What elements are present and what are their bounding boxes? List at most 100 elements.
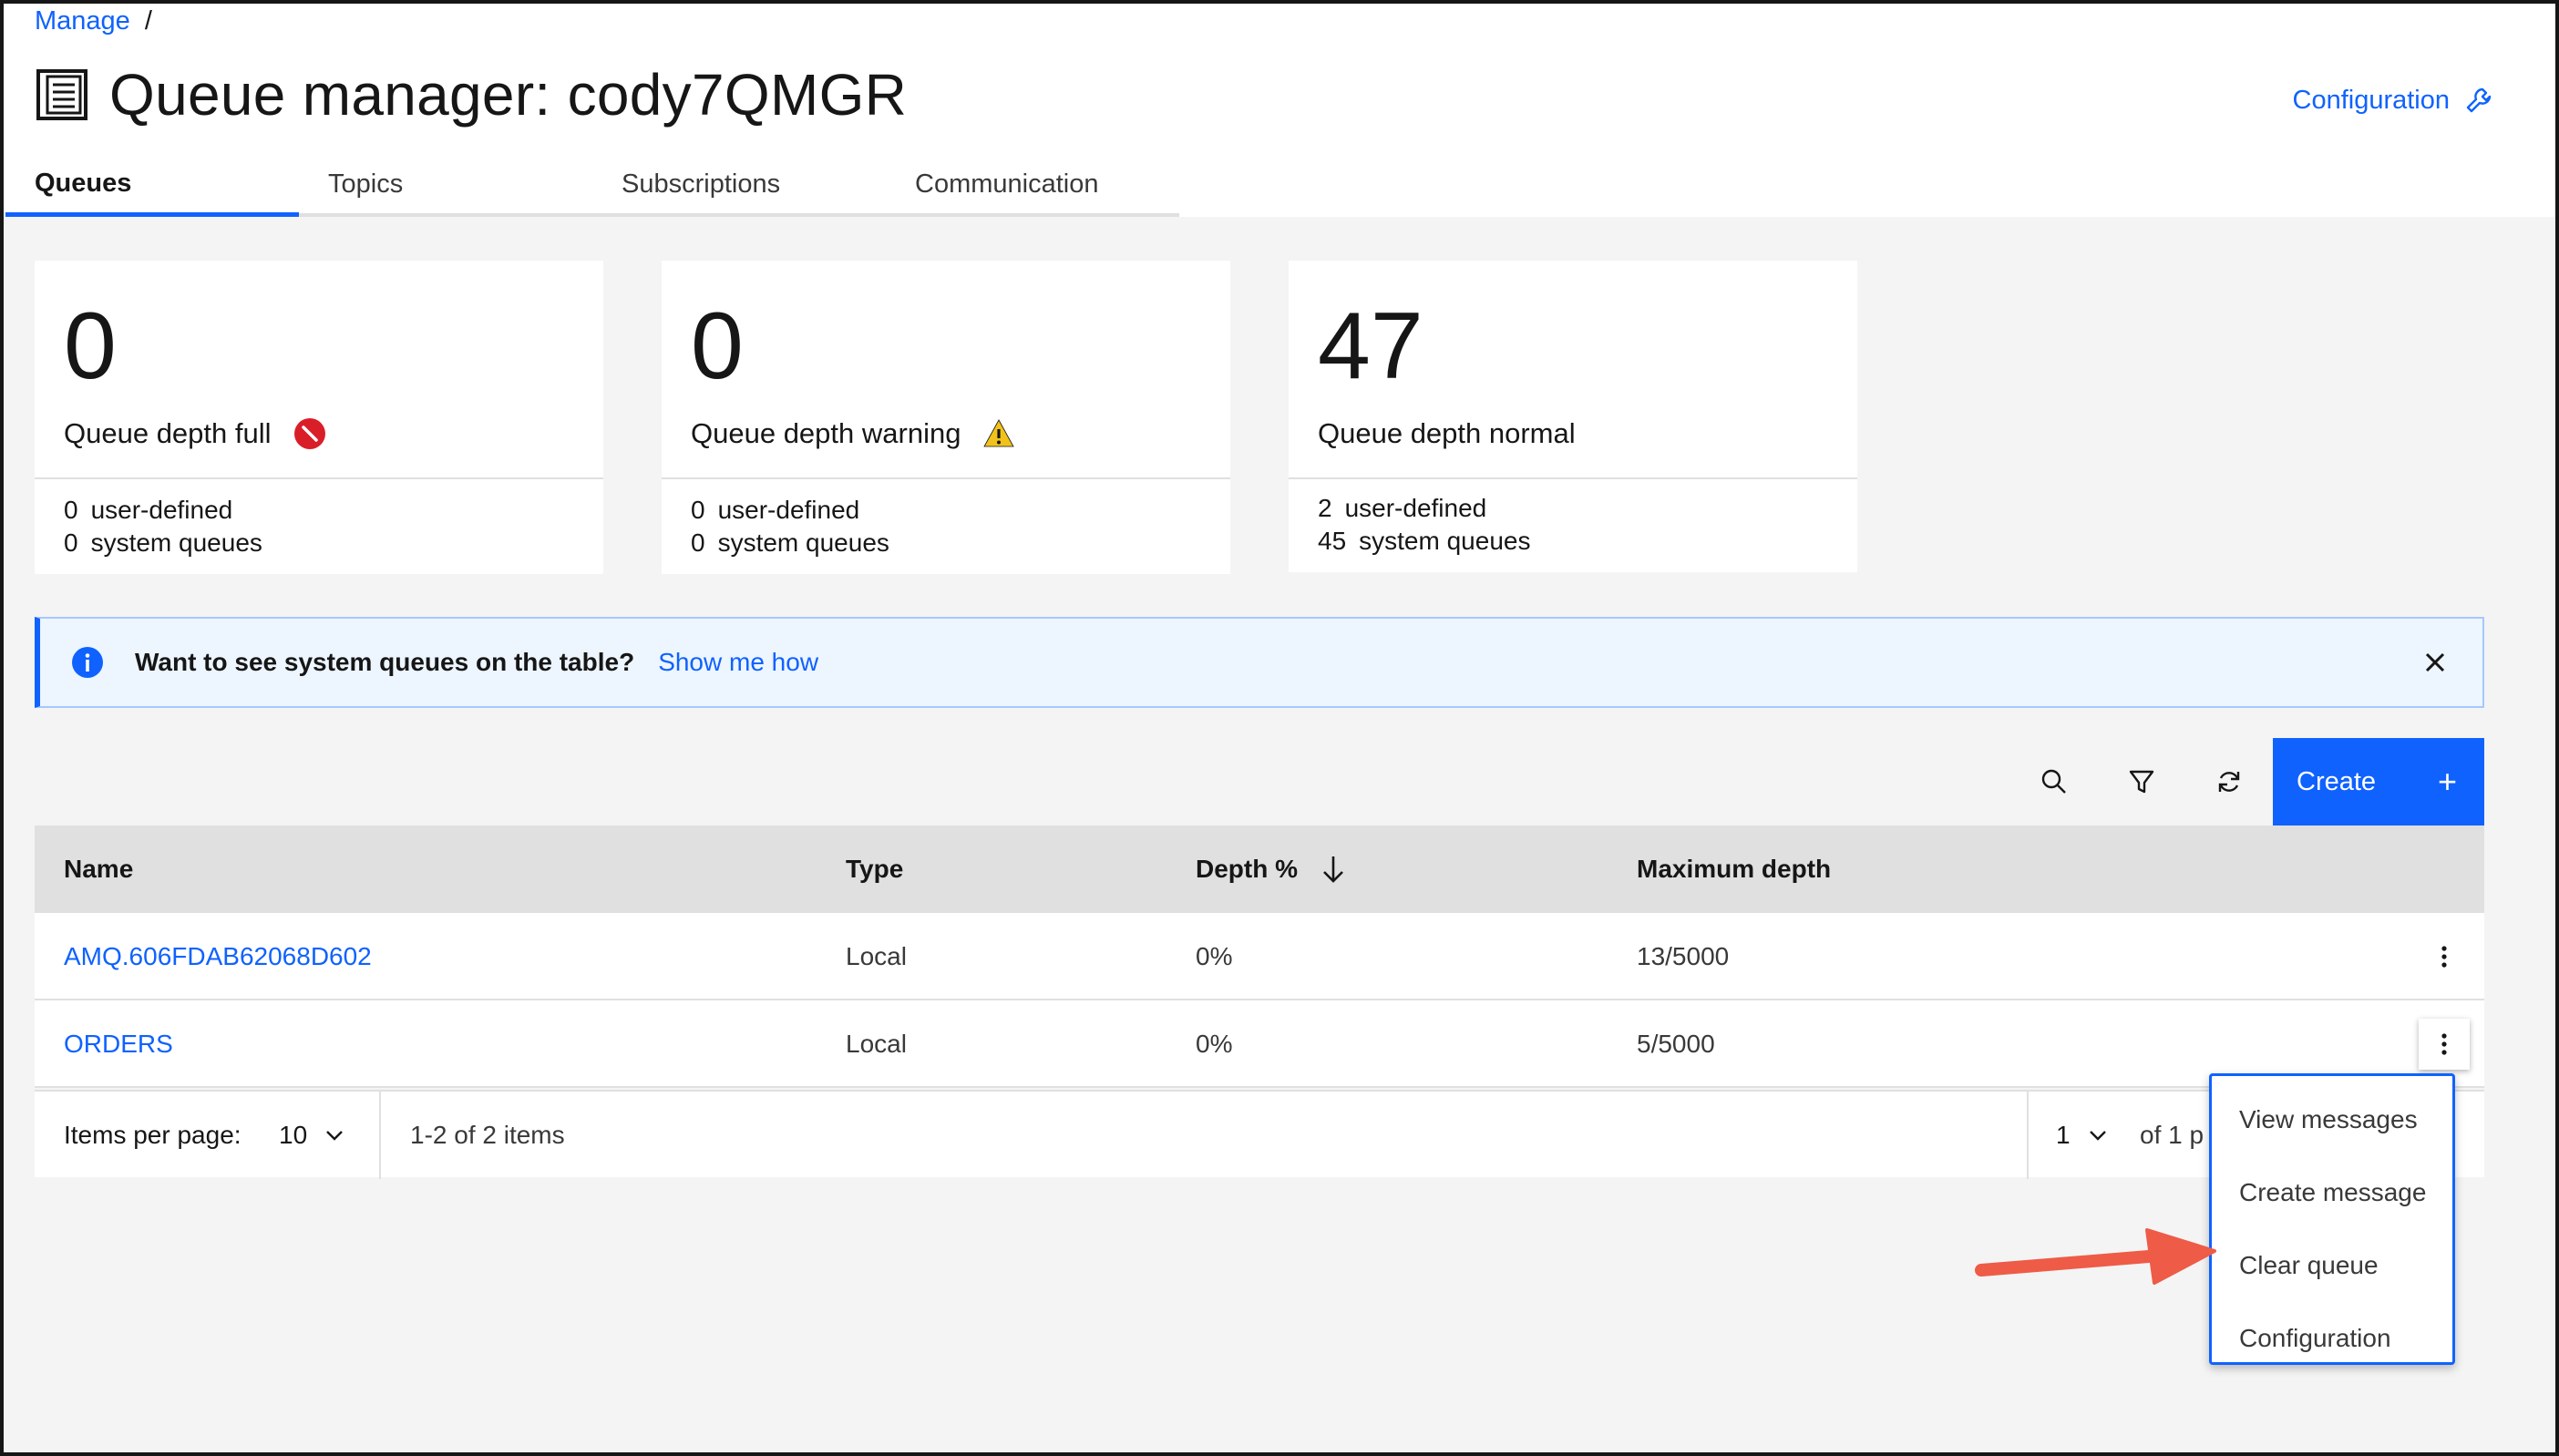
queue-depth: 0%	[1196, 1030, 1233, 1058]
plus-icon: +	[2437, 763, 2457, 800]
tile-label-text: Queue depth warning	[691, 417, 961, 449]
tile-user-defined: 0 user-defined	[64, 496, 232, 525]
tile-number: 0	[64, 293, 117, 399]
tile-system-queues: 45 system queues	[1318, 527, 1530, 556]
configuration-link-label: Configuration	[2292, 85, 2451, 115]
pagination-divider	[379, 1092, 381, 1179]
tile-label: Queue depth full	[64, 414, 326, 454]
items-per-page-label: Items per page:	[64, 1121, 242, 1149]
close-icon[interactable]	[2419, 646, 2451, 679]
search-button[interactable]	[2010, 738, 2098, 825]
overflow-menu-icon	[2441, 945, 2448, 969]
column-header-type[interactable]: Type	[846, 825, 903, 913]
tile-system-queues: 0 system queues	[64, 528, 262, 558]
system-queues-count: 0	[691, 528, 705, 557]
pagination-divider	[2027, 1092, 2029, 1179]
tab-queues[interactable]: Queues	[5, 155, 299, 217]
tile-divider	[1289, 477, 1857, 479]
tile-queue-depth-full: 0 Queue depth full 0 user-defined 0 system…	[35, 261, 603, 574]
queue-manager-icon	[35, 67, 89, 122]
info-notification: Want to see system queues on the table? …	[35, 617, 2484, 708]
total-pages: of 1 p	[2140, 1121, 2204, 1149]
tile-system-queues: 0 system queues	[691, 528, 889, 558]
menu-item-view-messages[interactable]: View messages	[2212, 1083, 2452, 1156]
page-number-select[interactable]: 1	[2056, 1092, 2109, 1179]
breadcrumb-separator: /	[144, 5, 152, 36]
tile-queue-depth-normal: 47 Queue depth normal 2 user-defined 45 sy…	[1289, 261, 1857, 572]
pagination: Items per page: 10 1-2 of 2 items 1 of 1…	[35, 1090, 2484, 1179]
arrow-down-icon	[1318, 854, 1349, 885]
items-per-page-value: 10	[279, 1121, 308, 1149]
menu-item-clear-queue[interactable]: Clear queue	[2212, 1229, 2452, 1302]
system-queues-count: 0	[64, 528, 78, 557]
table-row: AMQ.606FDAB62068D602 Local 0% 13/5000	[35, 913, 2484, 1000]
system-queues-label: system queues	[717, 528, 889, 557]
items-range: 1-2 of 2 items	[410, 1121, 565, 1149]
tile-label: Queue depth warning	[691, 414, 1015, 454]
tab-communication[interactable]: Communication	[886, 155, 1179, 217]
configuration-link[interactable]: Configuration	[2293, 80, 2494, 120]
tab-subscriptions[interactable]: Subscriptions	[592, 155, 886, 217]
tab-bar: Queues Topics Subscriptions Communicatio…	[5, 155, 1179, 217]
tile-divider	[662, 477, 1230, 479]
tile-label: Queue depth normal	[1318, 414, 1576, 454]
breadcrumb: Manage /	[35, 4, 152, 38]
tile-queue-depth-warning: 0 Queue depth warning 0 user-defined 0 sys…	[662, 261, 1230, 574]
queue-name-link[interactable]: AMQ.606FDAB62068D602	[64, 913, 372, 1000]
notification-message: Want to see system queues on the table?	[135, 648, 635, 676]
queue-max-depth: 5/5000	[1637, 1030, 1715, 1058]
create-button[interactable]: Create +	[2273, 738, 2484, 825]
overflow-menu-icon	[2441, 1032, 2448, 1056]
tile-user-defined: 0 user-defined	[691, 496, 859, 525]
column-header-name[interactable]: Name	[64, 825, 133, 913]
items-per-page-select[interactable]: 10	[279, 1092, 345, 1179]
show-me-how-link[interactable]: Show me how	[658, 648, 818, 677]
column-header-max-depth[interactable]: Maximum depth	[1637, 825, 1831, 913]
column-header-depth-label: Depth %	[1196, 855, 1298, 883]
user-defined-count: 0	[64, 496, 78, 524]
table-header: Name Type Depth % Maximum depth	[35, 825, 2484, 913]
refresh-button[interactable]	[2185, 738, 2273, 825]
info-icon	[71, 646, 104, 679]
user-defined-label: user-defined	[1344, 494, 1487, 522]
filter-icon	[2127, 767, 2156, 796]
queue-depth: 0%	[1196, 942, 1233, 970]
column-header-depth[interactable]: Depth %	[1196, 825, 1349, 913]
user-defined-label: user-defined	[717, 496, 860, 524]
system-queues-label: system queues	[1359, 527, 1531, 555]
title-row: Queue manager: cody7QMGR	[35, 60, 907, 129]
table-toolbar: Create +	[2010, 738, 2484, 825]
page-number-value: 1	[2056, 1121, 2071, 1149]
user-defined-count: 2	[1318, 494, 1332, 522]
create-button-label: Create	[2297, 766, 2377, 796]
breadcrumb-manage-link[interactable]: Manage	[35, 6, 130, 36]
system-queues-count: 45	[1318, 527, 1347, 555]
wrench-icon	[2464, 86, 2493, 115]
chevron-down-icon	[2087, 1124, 2109, 1146]
system-queues-label: system queues	[90, 528, 262, 557]
queues-table: Name Type Depth % Maximum depth AMQ.606F…	[35, 825, 2484, 1088]
refresh-icon	[2215, 767, 2244, 796]
queue-name-link[interactable]: ORDERS	[64, 1000, 173, 1088]
table-row: ORDERS Local 0% 5/5000	[35, 1000, 2484, 1088]
tile-user-defined: 2 user-defined	[1318, 494, 1486, 523]
warning-icon	[982, 417, 1015, 450]
tile-divider	[35, 477, 603, 479]
tab-topics[interactable]: Topics	[299, 155, 592, 217]
tile-number: 47	[1318, 293, 1423, 399]
search-icon	[2040, 767, 2069, 796]
chevron-down-icon	[324, 1124, 345, 1146]
filter-button[interactable]	[2098, 738, 2185, 825]
row-overflow-menu: View messages Create message Clear queue…	[2209, 1073, 2455, 1365]
overflow-menu-button[interactable]	[2419, 1019, 2470, 1070]
menu-item-create-message[interactable]: Create message	[2212, 1156, 2452, 1229]
page-header: Manage / Queue manager: cody7QMGR Config…	[0, 0, 2559, 217]
queue-max-depth: 13/5000	[1637, 942, 1730, 970]
tile-label-text: Queue depth full	[64, 417, 272, 449]
menu-item-configuration[interactable]: Configuration	[2212, 1302, 2452, 1375]
overflow-menu-button[interactable]	[2419, 931, 2470, 982]
user-defined-count: 0	[691, 496, 705, 524]
tile-label-text: Queue depth normal	[1318, 417, 1576, 449]
annotation-arrow-icon	[1975, 1228, 2216, 1285]
user-defined-label: user-defined	[90, 496, 233, 524]
